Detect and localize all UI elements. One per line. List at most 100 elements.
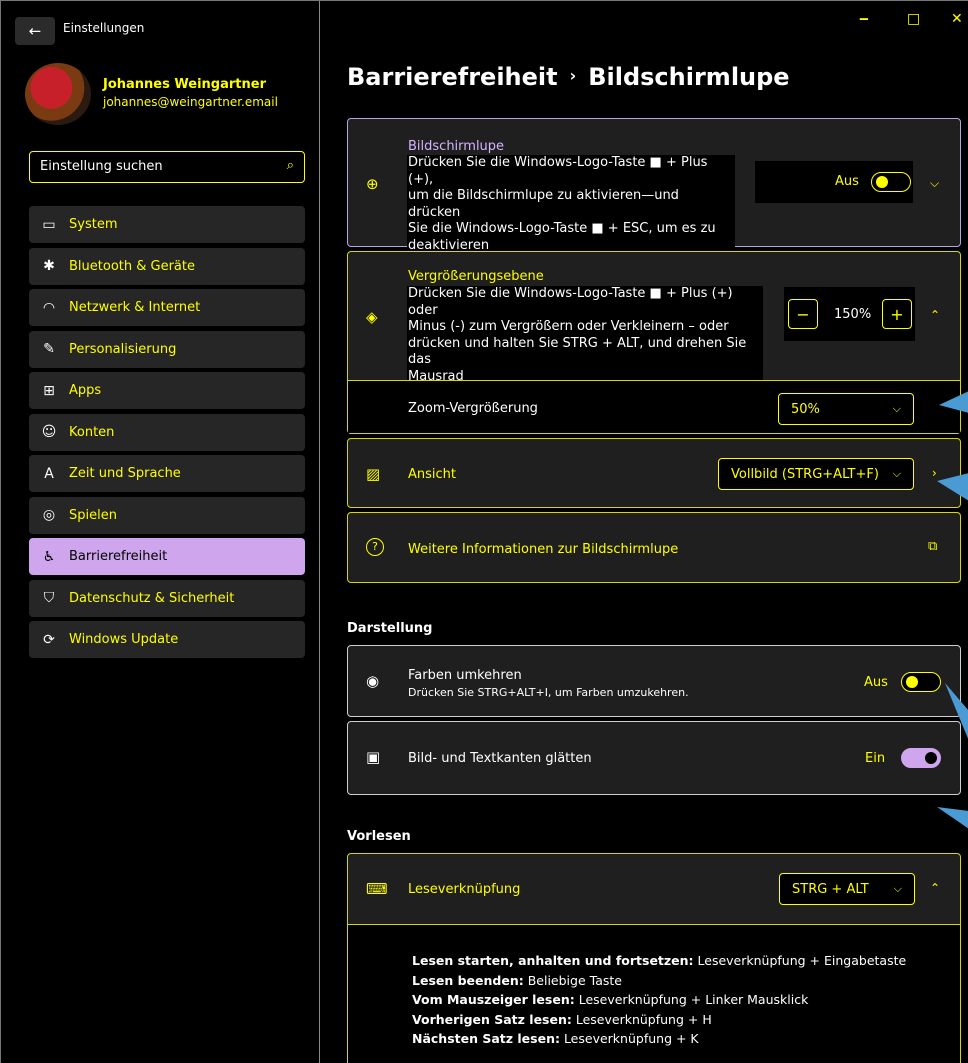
invert-colors-title: Farben umkehren <box>408 668 522 683</box>
desc-line: Minus (-) zum Vergrößern oder Verkleiner… <box>408 319 729 334</box>
zoom-increase-button[interactable]: + <box>882 299 912 329</box>
magnifier-toggle-label: Aus <box>835 174 859 189</box>
zoom-decrease-button[interactable]: − <box>788 299 818 329</box>
sidebar-item-accounts[interactable]: ☺ Konten <box>29 413 305 451</box>
magnifier-toggle-area: Aus <box>755 161 913 203</box>
view-mode-icon: ▨ <box>366 465 381 483</box>
chevron-up-icon[interactable]: ⌃ <box>930 308 940 322</box>
toggle-knob <box>906 676 918 688</box>
zoom-in-icon: ⊕ <box>366 175 379 193</box>
help-key: Nächsten Satz lesen: <box>412 1031 560 1046</box>
reading-shortcut-card: ⌨ Leseverknüpfung STRG + ALT ⌵ ⌃ Lesen s… <box>347 853 961 1063</box>
sidebar-item-label: Bluetooth & Geräte <box>69 258 195 274</box>
shield-icon: ⛉ <box>43 590 55 606</box>
maximize-icon[interactable]: □ <box>907 11 920 27</box>
sidebar-item-privacy[interactable]: ⛉ Datenschutz & Sicherheit <box>29 579 305 617</box>
dropdown-value: STRG + ALT <box>792 882 869 897</box>
chevron-down-icon[interactable]: ⌵ <box>930 176 939 191</box>
sidebar-item-gaming[interactable]: ◎ Spielen <box>29 496 305 534</box>
gamepad-icon: ◎ <box>42 507 56 523</box>
plus-icon: + <box>890 304 904 324</box>
zoom-level-title: Vergrößerungsebene <box>408 269 544 284</box>
zoom-increment-dropdown[interactable]: 50% ⌵ <box>778 393 914 425</box>
dropdown-value: 50% <box>791 402 820 417</box>
toggle-knob <box>876 176 888 188</box>
zoom-level-description: Drücken Sie die Windows-Logo-Taste ■ + P… <box>407 286 763 385</box>
reading-help-item: Vom Mauszeiger lesen: Leseverknüpfung + … <box>412 990 906 1010</box>
help-value: Leseverknüpfung + Eingabetaste <box>693 953 907 968</box>
breadcrumb-parent[interactable]: Barrierefreiheit <box>347 63 558 91</box>
magnifier-card[interactable]: ⊕ Bildschirmlupe Drücken Sie die Windows… <box>347 118 961 254</box>
sidebar-item-label: Apps <box>69 383 102 398</box>
zoom-level-icon: ◈ <box>366 308 378 326</box>
search-icon[interactable]: ⌕ <box>287 158 294 173</box>
search-placeholder: Einstellung suchen <box>40 159 163 174</box>
more-info-card[interactable]: ? Weitere Informationen zur Bildschirmlu… <box>347 512 961 583</box>
reading-shortcut-dropdown[interactable]: STRG + ALT ⌵ <box>779 873 915 905</box>
reading-help-item: Lesen beenden: Beliebige Taste <box>412 971 906 991</box>
sidebar-item-label: Personalisierung <box>69 341 177 357</box>
back-button[interactable]: ← <box>15 17 55 45</box>
more-info-link[interactable]: Weitere Informationen zur Bildschirmlupe <box>408 542 678 557</box>
help-key: Lesen beenden: <box>412 972 524 988</box>
magnifier-description: Drücken Sie die Windows-Logo-Taste ■ + P… <box>407 155 735 254</box>
reading-help-list: Lesen starten, anhalten und fortsetzen: … <box>412 951 906 1049</box>
language-icon: A <box>44 465 54 482</box>
settings-window: ← Einstellungen ‒ □ ✕ Johannes Weingartn… <box>0 0 968 1063</box>
chevron-down-icon: ⌵ <box>892 467 901 480</box>
sidebar-item-time-language[interactable]: A Zeit und Sprache <box>29 455 305 492</box>
smooth-edges-title: Bild- und Textkanten glätten <box>408 751 592 766</box>
keyboard-icon: ⌨ <box>366 880 388 898</box>
sidebar-item-label: Netzwerk & Internet <box>69 300 201 315</box>
desc-line: um die Bildschirmlupe zu aktivieren—und … <box>408 188 679 220</box>
minus-icon: − <box>796 304 810 324</box>
magnifier-toggle[interactable] <box>871 172 911 192</box>
wifi-icon: ◠ <box>42 299 56 316</box>
sidebar-divider <box>319 1 320 1063</box>
reading-shortcut-label: Leseverknüpfung <box>408 882 521 897</box>
view-card[interactable]: ▨ Ansicht Vollbild (STRG+ALT+F) ⌵ › <box>347 438 961 508</box>
update-icon: ⟳ <box>43 631 55 648</box>
back-arrow-icon: ← <box>28 22 42 40</box>
chevron-down-icon: ⌵ <box>892 402 901 415</box>
sidebar-item-network[interactable]: ◠ Netzwerk & Internet <box>29 289 305 326</box>
callout-arrows <box>937 391 968 829</box>
help-key: Vom Mauszeiger lesen: <box>412 992 575 1007</box>
zoom-level-value: 150% <box>834 307 872 322</box>
sidebar-item-windows-update[interactable]: ⟳ Windows Update <box>29 621 305 658</box>
sidebar-item-label: Datenschutz & Sicherheit <box>69 590 235 606</box>
sidebar-item-label: Barrierefreiheit <box>69 549 168 564</box>
profile-email: johannes@weingartner.email <box>103 95 278 109</box>
zoom-increment-row: Zoom-Vergrößerung 50% ⌵ <box>348 380 960 433</box>
callout-arrow-icon <box>937 473 968 501</box>
invert-colors-card: ◉ Farben umkehren Drücken Sie STRG+ALT+I… <box>347 645 961 717</box>
sidebar-item-accessibility[interactable]: ♿ Barrierefreiheit <box>25 538 305 575</box>
close-icon[interactable]: ✕ <box>951 11 963 27</box>
section-heading-reading: Vorlesen <box>347 829 411 844</box>
page-title: Bildschirmlupe <box>588 63 790 91</box>
profile-name: Johannes Weingartner <box>103 77 266 92</box>
sidebar-item-label: Konten <box>69 424 115 440</box>
zoom-increment-label: Zoom-Vergrößerung <box>408 401 538 416</box>
palette-icon: ◉ <box>366 672 380 690</box>
search-input[interactable]: Einstellung suchen ⌕ <box>29 151 305 183</box>
brush-icon: ✎ <box>43 341 55 357</box>
sidebar-item-personalization[interactable]: ✎ Personalisierung <box>29 330 305 368</box>
app-title: Einstellungen <box>63 21 145 35</box>
desc-line: drücken und halten Sie STRG + ALT, und d… <box>408 335 747 368</box>
reading-help-panel: Lesen starten, anhalten und fortsetzen: … <box>348 924 960 1063</box>
help-value: Beliebige Taste <box>523 972 622 988</box>
callout-arrow-icon <box>945 683 968 739</box>
sidebar-item-apps[interactable]: ⊞ Apps <box>29 372 305 409</box>
desc-line: Drücken Sie die Windows-Logo-Taste ■ + P… <box>408 155 708 187</box>
profile-card[interactable]: Johannes Weingartner johannes@weingartne… <box>25 63 315 125</box>
smooth-edges-toggle-label: Ein <box>865 751 886 766</box>
sidebar-item-bluetooth[interactable]: ✱ Bluetooth & Geräte <box>29 247 305 285</box>
view-dropdown[interactable]: Vollbild (STRG+ALT+F) ⌵ <box>718 458 914 490</box>
sidebar-item-label: Spielen <box>69 507 117 523</box>
accessibility-icon: ♿ <box>42 548 56 565</box>
sidebar-item-system[interactable]: ▭ System <box>29 206 305 243</box>
minimize-icon[interactable]: ‒ <box>859 11 869 27</box>
smooth-edges-card: ▣ Bild- und Textkanten glätten Ein <box>347 721 961 795</box>
avatar <box>25 63 91 125</box>
